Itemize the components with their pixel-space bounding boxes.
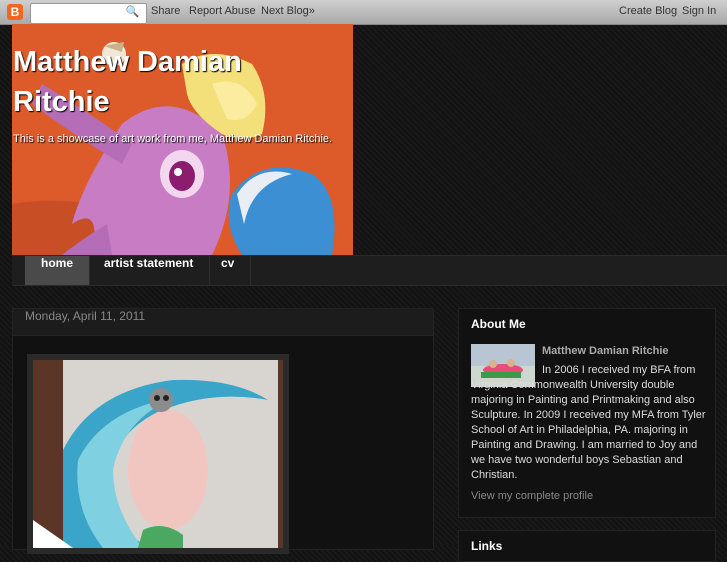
blog-description: This is a showcase of art work from me, …	[13, 133, 333, 145]
tab-home[interactable]: home	[25, 256, 91, 285]
blog-title[interactable]: Matthew Damian Ritchie	[13, 42, 333, 122]
page-tabs: home artist statement cv	[12, 255, 727, 286]
post-date-header: Monday, April 11, 2011	[13, 309, 433, 336]
profile-bio: In 2006 I received my BFA from Virginia …	[471, 363, 711, 483]
blogger-navbar: B 🔍 Share Report Abuse Next Blog» Create…	[0, 0, 727, 25]
create-blog-link[interactable]: Create Blog	[619, 5, 677, 17]
links-widget: Links	[458, 530, 716, 562]
profile-bio-text: Virginia Commonwealth University double …	[471, 379, 706, 481]
blogger-logo-icon[interactable]: B	[7, 4, 23, 20]
tab-artist-statement[interactable]: artist statement	[88, 256, 211, 285]
sign-in-link[interactable]: Sign In	[682, 5, 716, 17]
report-abuse-link[interactable]: Report Abuse	[189, 5, 256, 17]
next-blog-link[interactable]: Next Blog»	[261, 5, 315, 17]
links-title: Links	[471, 539, 503, 553]
main-column: Monday, April 11, 2011	[12, 308, 434, 554]
about-me-title: About Me	[471, 317, 526, 331]
about-me-widget: About Me Matthew Damian Ritchie In 2006 …	[458, 308, 716, 518]
post-image-frame	[27, 354, 289, 554]
share-link[interactable]: Share	[151, 5, 180, 17]
post-artwork-image[interactable]	[33, 360, 283, 548]
view-profile-link[interactable]: View my complete profile	[471, 490, 593, 502]
profile-name-link[interactable]: Matthew Damian Ritchie	[542, 345, 669, 357]
profile-bio-first-line: In 2006 I received my BFA from	[542, 364, 696, 376]
search-icon[interactable]: 🔍	[125, 4, 140, 19]
tab-cv[interactable]: cv	[205, 256, 252, 285]
